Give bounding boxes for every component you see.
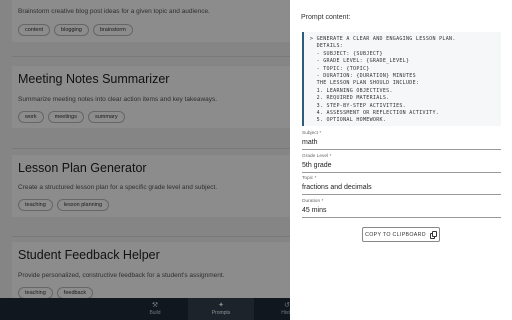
prompt-line: > Generate a clear and engaging lesson p…	[310, 36, 456, 42]
prompt-line: - Duration: {Duration} minutes	[310, 73, 416, 80]
copy-button-label: Copy to Clipboard	[365, 231, 426, 238]
prompt-line: 1. Learning objectives.	[310, 87, 393, 94]
prompt-line: - Topic: {Topic}	[310, 65, 370, 72]
prompt-panel: Prompt content: > Generate a clear and e…	[290, 0, 512, 320]
subject-input[interactable]: math	[302, 139, 501, 149]
topic-field[interactable]: Topic * fractions and decimals	[302, 176, 501, 195]
grade-level-label: Grade Level *	[302, 154, 332, 159]
subject-field[interactable]: Subject * math	[302, 131, 501, 150]
prompt-line: Details:	[310, 43, 344, 50]
prompt-line: - Grade Level: {Grade_Level}	[310, 58, 410, 65]
topic-label: Topic *	[302, 176, 317, 181]
prompt-line: 2. Required materials.	[310, 95, 390, 102]
copy-icon	[429, 230, 437, 239]
duration-label: Duration *	[302, 199, 324, 204]
panel-title: Prompt content:	[301, 14, 351, 21]
subject-label: Subject *	[302, 131, 322, 136]
prompt-line: The lesson plan should include:	[310, 80, 420, 87]
prompt-content-box: > Generate a clear and engaging lesson p…	[302, 32, 501, 126]
duration-input[interactable]: 45 mins	[302, 207, 501, 217]
duration-field[interactable]: Duration * 45 mins	[302, 199, 501, 218]
grade-level-field[interactable]: Grade Level * 5th grade	[302, 154, 501, 173]
prompt-line: 4. Assessment or reflection activity.	[310, 110, 440, 117]
topic-input[interactable]: fractions and decimals	[302, 184, 501, 194]
grade-level-input[interactable]: 5th grade	[302, 162, 501, 172]
prompt-line: - Subject: {Subject}	[310, 50, 383, 57]
prompt-line: 3. Step-by-step activities.	[310, 102, 406, 109]
prompt-line: 5. Optional homework.	[310, 117, 387, 124]
copy-to-clipboard-button[interactable]: Copy to Clipboard	[362, 227, 440, 242]
